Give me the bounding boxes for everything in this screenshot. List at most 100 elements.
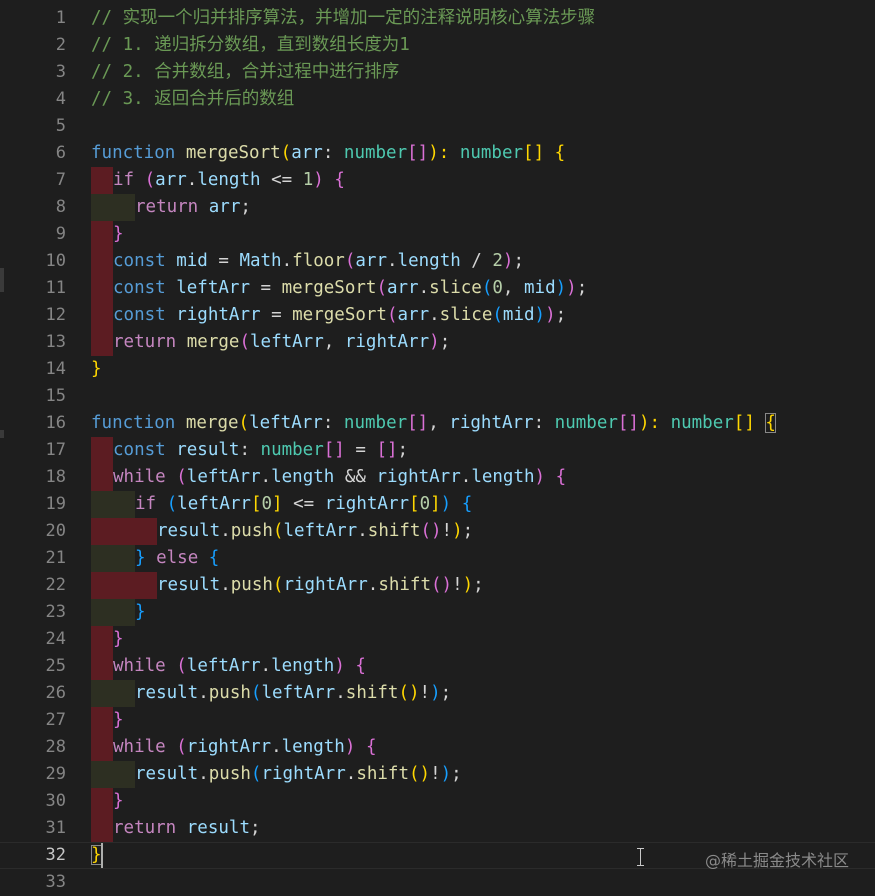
code-token: (: [238, 413, 250, 433]
code-line[interactable]: 21} else {: [0, 545, 875, 572]
code-token: length: [281, 737, 345, 757]
code-text[interactable]: return merge(leftArr, rightArr);: [113, 329, 450, 356]
code-token: merge: [185, 413, 239, 433]
code-line[interactable]: 14}: [0, 356, 875, 383]
code-text[interactable]: }: [113, 788, 124, 815]
code-text[interactable]: result.push(rightArr.shift()!);: [135, 761, 462, 788]
code-text[interactable]: // 2. 合并数组，合并过程中进行排序: [91, 59, 399, 86]
code-line[interactable]: 6 function mergeSort(arr: number[]): numb…: [0, 140, 875, 167]
code-token: }: [113, 710, 124, 730]
code-token: (: [250, 683, 262, 703]
code-line[interactable]: 13 return merge(leftArr, rightArr);: [0, 329, 875, 356]
code-line[interactable]: 10 const mid = Math.floor(arr.length / 2)…: [0, 248, 875, 275]
code-line[interactable]: 27}: [0, 707, 875, 734]
code-line[interactable]: 16 function merge(leftArr: number[], righ…: [0, 410, 875, 437]
code-line[interactable]: 24}: [0, 626, 875, 653]
code-text[interactable]: }: [91, 842, 102, 869]
code-text[interactable]: }: [135, 599, 146, 626]
code-line[interactable]: 20 result.push(leftArr.shift()!);: [0, 518, 875, 545]
code-line[interactable]: 31 return result;: [0, 815, 875, 842]
code-text[interactable]: } else {: [135, 545, 219, 572]
code-text[interactable]: // 实现一个归并排序算法，并增加一定的注释说明核心算法步骤: [91, 5, 595, 32]
code-token: .: [335, 683, 346, 703]
code-text[interactable]: function merge(leftArr: number[], rightA…: [91, 410, 776, 437]
code-text[interactable]: }: [91, 356, 102, 383]
code-text[interactable]: result.push(leftArr.shift()!);: [135, 680, 451, 707]
code-token: length: [271, 656, 335, 676]
code-token: =: [250, 278, 282, 298]
code-line[interactable]: 11 const leftArr = mergeSort(arr.slice(0,…: [0, 275, 875, 302]
code-token: number: [343, 413, 408, 433]
code-line[interactable]: 1 // 实现一个归并排序算法，并增加一定的注释说明核心算法步骤: [0, 5, 875, 32]
code-token: result: [157, 575, 221, 595]
code-line[interactable]: 2 // 1. 递归拆分数组，直到数组长度为1: [0, 32, 875, 59]
code-token: result: [157, 521, 221, 541]
line-number: 28: [45, 737, 66, 757]
code-line[interactable]: 12 const rightArr = mergeSort(arr.slice(m…: [0, 302, 875, 329]
code-text[interactable]: const leftArr = mergeSort(arr.slice(0, m…: [113, 275, 587, 302]
code-token: {: [555, 467, 567, 487]
code-text[interactable]: result.push(leftArr.shift()!);: [157, 518, 473, 545]
code-text[interactable]: return result;: [113, 815, 261, 842]
code-token: ): [462, 575, 474, 595]
code-token: =: [344, 440, 377, 460]
code-line[interactable]: 5: [0, 113, 875, 140]
code-text[interactable]: if (arr.length <= 1) {: [113, 167, 345, 194]
code-text[interactable]: }: [113, 707, 124, 734]
code-line[interactable]: 17 const result: number[] = [];: [0, 437, 875, 464]
code-text[interactable]: // 1. 递归拆分数组，直到数组长度为1: [91, 32, 410, 59]
code-line[interactable]: 28 while (rightArr.length) {: [0, 734, 875, 761]
code-token: ;: [439, 332, 451, 352]
code-token: ):: [638, 413, 671, 433]
code-token: mid: [524, 278, 556, 298]
code-text[interactable]: while (rightArr.length) {: [113, 734, 376, 761]
indent-guide: [91, 221, 113, 248]
code-text[interactable]: const rightArr = mergeSort(arr.slice(mid…: [113, 302, 566, 329]
indent-guide: [113, 761, 135, 788]
code-token: []: [323, 440, 345, 460]
code-token: (: [376, 278, 387, 298]
code-text[interactable]: const mid = Math.floor(arr.length / 2);: [113, 248, 524, 275]
code-line[interactable]: 7 if (arr.length <= 1) {: [0, 167, 875, 194]
code-line[interactable]: 3 // 2. 合并数组，合并过程中进行排序: [0, 59, 875, 86]
code-token: number: [670, 413, 734, 433]
code-line[interactable]: 9}: [0, 221, 875, 248]
code-token: const: [113, 305, 166, 325]
code-token: (: [272, 521, 284, 541]
code-text[interactable]: while (leftArr.length && rightArr.length…: [113, 464, 566, 491]
code-token: (: [386, 305, 398, 325]
code-text[interactable]: }: [113, 626, 124, 653]
code-line[interactable]: 26 result.push(leftArr.shift()!);: [0, 680, 875, 707]
code-token: :: [533, 413, 555, 433]
code-token: ): [440, 494, 452, 514]
code-line[interactable]: 23}: [0, 599, 875, 626]
code-line[interactable]: 33: [0, 869, 875, 896]
code-token: (: [176, 467, 187, 487]
code-token: []: [523, 143, 545, 163]
code-token: (: [166, 494, 178, 514]
code-line[interactable]: 8 return arr;: [0, 194, 875, 221]
code-line[interactable]: 30}: [0, 788, 875, 815]
code-line[interactable]: 15: [0, 383, 875, 410]
code-line[interactable]: 19 if (leftArr[0] <= rightArr[0]) {: [0, 491, 875, 518]
code-text[interactable]: if (leftArr[0] <= rightArr[0]) {: [135, 491, 472, 518]
code-token: []: [407, 143, 429, 163]
code-text[interactable]: const result: number[] = [];: [113, 437, 408, 464]
code-token: .: [387, 251, 398, 271]
code-text[interactable]: result.push(rightArr.shift()!);: [157, 572, 484, 599]
code-editor[interactable]: 1 // 实现一个归并排序算法，并增加一定的注释说明核心算法步骤 2 // 1. 递归…: [0, 5, 875, 895]
code-text[interactable]: }: [113, 221, 124, 248]
code-text[interactable]: // 3. 返回合并后的数组: [91, 86, 294, 113]
code-line[interactable]: 29 result.push(rightArr.shift()!);: [0, 761, 875, 788]
code-token: result: [186, 818, 250, 838]
code-line[interactable]: 22 result.push(rightArr.shift()!);: [0, 572, 875, 599]
code-line[interactable]: 4 // 3. 返回合并后的数组: [0, 86, 875, 113]
code-text[interactable]: return arr;: [135, 194, 251, 221]
code-text[interactable]: function mergeSort(arr: number[]): numbe…: [91, 140, 565, 167]
code-text[interactable]: while (leftArr.length) {: [113, 653, 366, 680]
code-line[interactable]: 25 while (leftArr.length) {: [0, 653, 875, 680]
code-line[interactable]: 18 while (leftArr.length && rightArr.leng…: [0, 464, 875, 491]
